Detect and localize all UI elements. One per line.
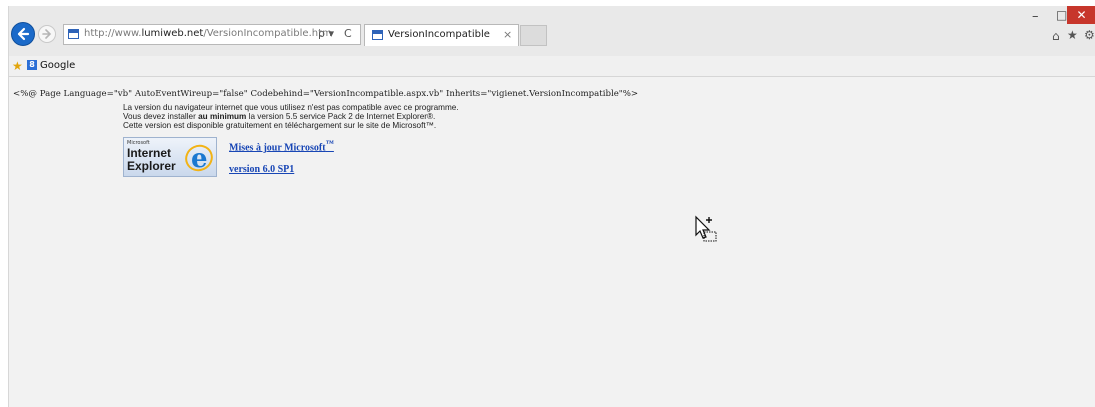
message-bold-minimum: au minimum <box>198 112 247 121</box>
svg-text:e: e <box>191 144 208 173</box>
address-bar[interactable]: http://www.lumiweb.net/VersionIncompatib… <box>63 24 361 45</box>
address-domain: lumiweb.net <box>141 28 204 39</box>
gear-icon[interactable]: ⚙ <box>1084 28 1095 42</box>
add-favorite-icon[interactable]: ★ <box>12 59 23 73</box>
favorites-bar: ★ 8 Google <box>9 56 1095 77</box>
address-url[interactable]: http://www.lumiweb.net/VersionIncompatib… <box>84 28 332 39</box>
page-content: <%@ Page Language="vb" AutoEventWireup="… <box>9 77 1095 407</box>
favorite-google-link[interactable]: Google <box>40 60 75 71</box>
internet-explorer-logo[interactable]: Microsoft Internet Explorer e <box>123 137 217 177</box>
ie-logo-explorer: Explorer <box>127 159 176 173</box>
tab-title: VersionIncompatible <box>388 29 490 40</box>
aspx-directive-text: <%@ Page Language="vb" AutoEventWireup="… <box>13 89 639 99</box>
tab-versionincompatible[interactable]: VersionIncompatible × <box>364 24 519 46</box>
restore-icon[interactable]: □ <box>1056 8 1067 22</box>
tab-close-icon[interactable]: × <box>503 28 512 41</box>
forward-button[interactable] <box>38 25 56 43</box>
forward-arrow-icon <box>42 29 52 39</box>
browser-window: http://www.lumiweb.net/VersionIncompatib… <box>8 6 1095 407</box>
minimize-icon[interactable]: – <box>1032 9 1039 24</box>
tab-page-icon <box>372 30 383 40</box>
refresh-icon[interactable]: C <box>344 27 352 40</box>
back-button[interactable] <box>11 22 35 46</box>
ie-e-icon: e <box>185 144 213 173</box>
home-icon[interactable]: ⌂ <box>1052 29 1060 43</box>
message-line-2: Vous devez installer au minimum la versi… <box>123 112 436 121</box>
google-icon: 8 <box>27 60 37 70</box>
back-arrow-icon <box>17 27 30 41</box>
browser-titlebar: http://www.lumiweb.net/VersionIncompatib… <box>9 6 1095 56</box>
message-line-1: La version du navigateur internet que vo… <box>123 103 459 112</box>
page-icon <box>68 29 79 39</box>
new-tab-button[interactable] <box>520 25 547 46</box>
message-line-3: Cette version est disponible gratuitemen… <box>123 121 437 130</box>
version-6-sp1-link[interactable]: version 6.0 SP1 <box>229 164 294 175</box>
microsoft-updates-link[interactable]: Mises à jour Microsoft™ <box>229 139 334 153</box>
cursor-icon <box>695 215 717 242</box>
close-window-icon[interactable]: ✕ <box>1067 6 1095 24</box>
ie-logo-internet: Internet <box>127 146 172 160</box>
search-icon[interactable]: ρ ▾ <box>318 27 334 40</box>
favorites-star-icon[interactable]: ★ <box>1067 28 1078 42</box>
